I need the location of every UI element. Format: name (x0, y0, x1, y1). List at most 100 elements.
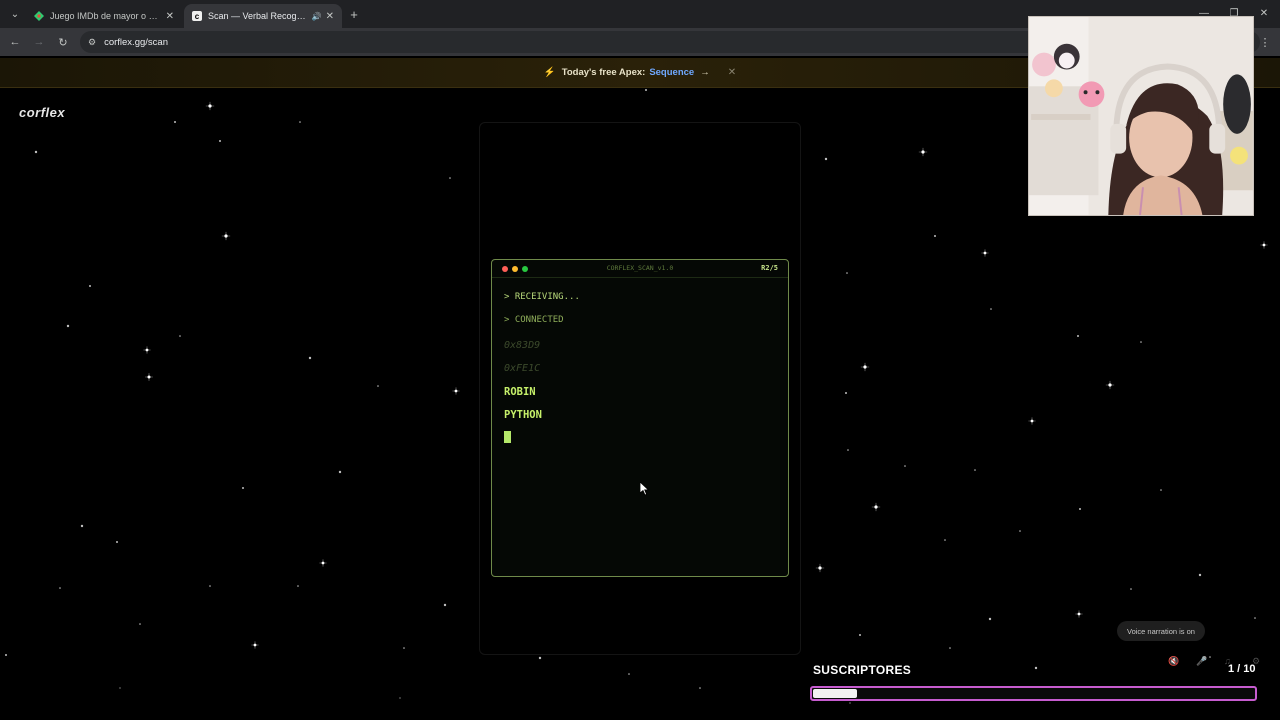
tab-search-chevron-icon[interactable]: ⌄ (6, 5, 24, 23)
banner-close-icon[interactable]: ✕ (728, 67, 736, 78)
round-indicator: R2/5 (761, 264, 778, 272)
url-text: corflex.gg/scan (104, 36, 168, 48)
star-glint (918, 147, 928, 157)
star (1140, 341, 1142, 343)
star-glint (1028, 417, 1036, 425)
star (1034, 666, 1038, 670)
star-glint (143, 346, 151, 354)
star (116, 541, 118, 543)
star (1254, 617, 1256, 619)
svg-text:c: c (195, 12, 200, 21)
star-glint (981, 249, 989, 257)
star-glint (221, 231, 231, 241)
star (1198, 573, 1202, 577)
star (297, 585, 299, 587)
star (859, 634, 861, 636)
tab-imdb[interactable]: Juego IMDb de mayor o menor ✕ (26, 4, 182, 28)
star (944, 539, 946, 541)
corflex-favicon-icon: c (192, 11, 202, 21)
star (443, 603, 447, 607)
mouse-pointer-icon (640, 482, 650, 496)
star (699, 687, 701, 689)
tab-close-icon[interactable]: ✕ (166, 11, 174, 22)
star (179, 335, 181, 337)
back-arrow-icon[interactable]: ← (6, 33, 24, 51)
star-glint (319, 559, 327, 567)
microphone-icon[interactable]: 🎤 (1196, 656, 1207, 667)
star (847, 449, 849, 451)
star-glint (860, 362, 870, 372)
speaker-muted-icon[interactable]: 🔇 (1168, 656, 1179, 667)
terminal-title: CORFLEX_SCAN_v1.0 (606, 264, 674, 272)
star (59, 587, 61, 589)
star-glint (1260, 241, 1268, 249)
star (1079, 508, 1081, 510)
kebab-menu-icon[interactable]: ⋮ (1258, 33, 1272, 51)
star (377, 385, 379, 387)
banner-label: Today's free Apex: (561, 67, 646, 78)
star (119, 687, 121, 689)
star (89, 285, 91, 287)
star (219, 140, 221, 142)
subscribers-label: SUSCRIPTORES (813, 663, 912, 677)
site-logo[interactable]: corflex (19, 105, 65, 120)
star (904, 465, 906, 467)
star (209, 585, 211, 587)
site-info-icon[interactable]: ⚙ (88, 37, 96, 48)
speaker-audio-icon[interactable]: 🔊 (312, 12, 322, 21)
star (299, 121, 301, 123)
star-glint (1075, 610, 1083, 618)
star (845, 392, 847, 394)
reload-icon[interactable]: ↻ (54, 33, 72, 51)
subscribers-count: 1 / 10 (1228, 663, 1256, 675)
star (1077, 335, 1079, 337)
star (628, 673, 630, 675)
banner-link[interactable]: Sequence (649, 67, 694, 78)
subscribers-progress-fill (813, 689, 857, 698)
star-glint (1105, 380, 1115, 390)
star-glint (145, 373, 153, 381)
tab-close-icon[interactable]: ✕ (326, 11, 334, 22)
star-glint (205, 101, 215, 111)
forward-arrow-icon[interactable]: → (30, 33, 48, 51)
star (139, 623, 141, 625)
star (949, 647, 951, 649)
star (242, 487, 244, 489)
star-glint (251, 641, 259, 649)
star (1019, 530, 1021, 532)
star (846, 272, 848, 274)
star (645, 89, 647, 91)
star (824, 157, 828, 161)
voice-narration-toast: Voice narration is on (1117, 621, 1205, 641)
star (174, 121, 176, 123)
new-tab-plus-icon[interactable]: + (346, 6, 362, 22)
star (399, 697, 401, 699)
star-glint (452, 387, 460, 395)
star (849, 702, 851, 704)
star-glint (871, 502, 881, 512)
tab-scan[interactable]: c Scan — Verbal Recognition 🔊 ✕ (184, 4, 342, 28)
lightning-bolt-icon: ⚡ (543, 67, 556, 78)
star (538, 656, 542, 660)
star (1160, 489, 1162, 491)
tab-title: Juego IMDb de mayor o menor (50, 11, 162, 21)
star (5, 654, 7, 656)
webcam-overlay (1028, 16, 1254, 216)
star (308, 356, 312, 360)
star (1130, 588, 1132, 590)
star (403, 647, 405, 649)
star (934, 235, 936, 237)
screen: ⌄ Juego IMDb de mayor o menor ✕ c Scan —… (0, 0, 1280, 720)
star (80, 524, 84, 528)
star-glint (815, 563, 825, 573)
tab-title: Scan — Verbal Recognition (208, 11, 308, 21)
window-close-icon[interactable]: ✕ (1254, 4, 1274, 22)
scan-terminal: CORFLEX_SCAN_v1.0 R2/5 (491, 259, 789, 577)
arrow-right-icon[interactable]: → (700, 67, 710, 78)
terminal-header: CORFLEX_SCAN_v1.0 R2/5 (492, 260, 788, 278)
star (974, 469, 976, 471)
star (338, 470, 342, 474)
imdb-favicon-icon (34, 11, 44, 21)
star (66, 324, 70, 328)
star (988, 617, 992, 621)
